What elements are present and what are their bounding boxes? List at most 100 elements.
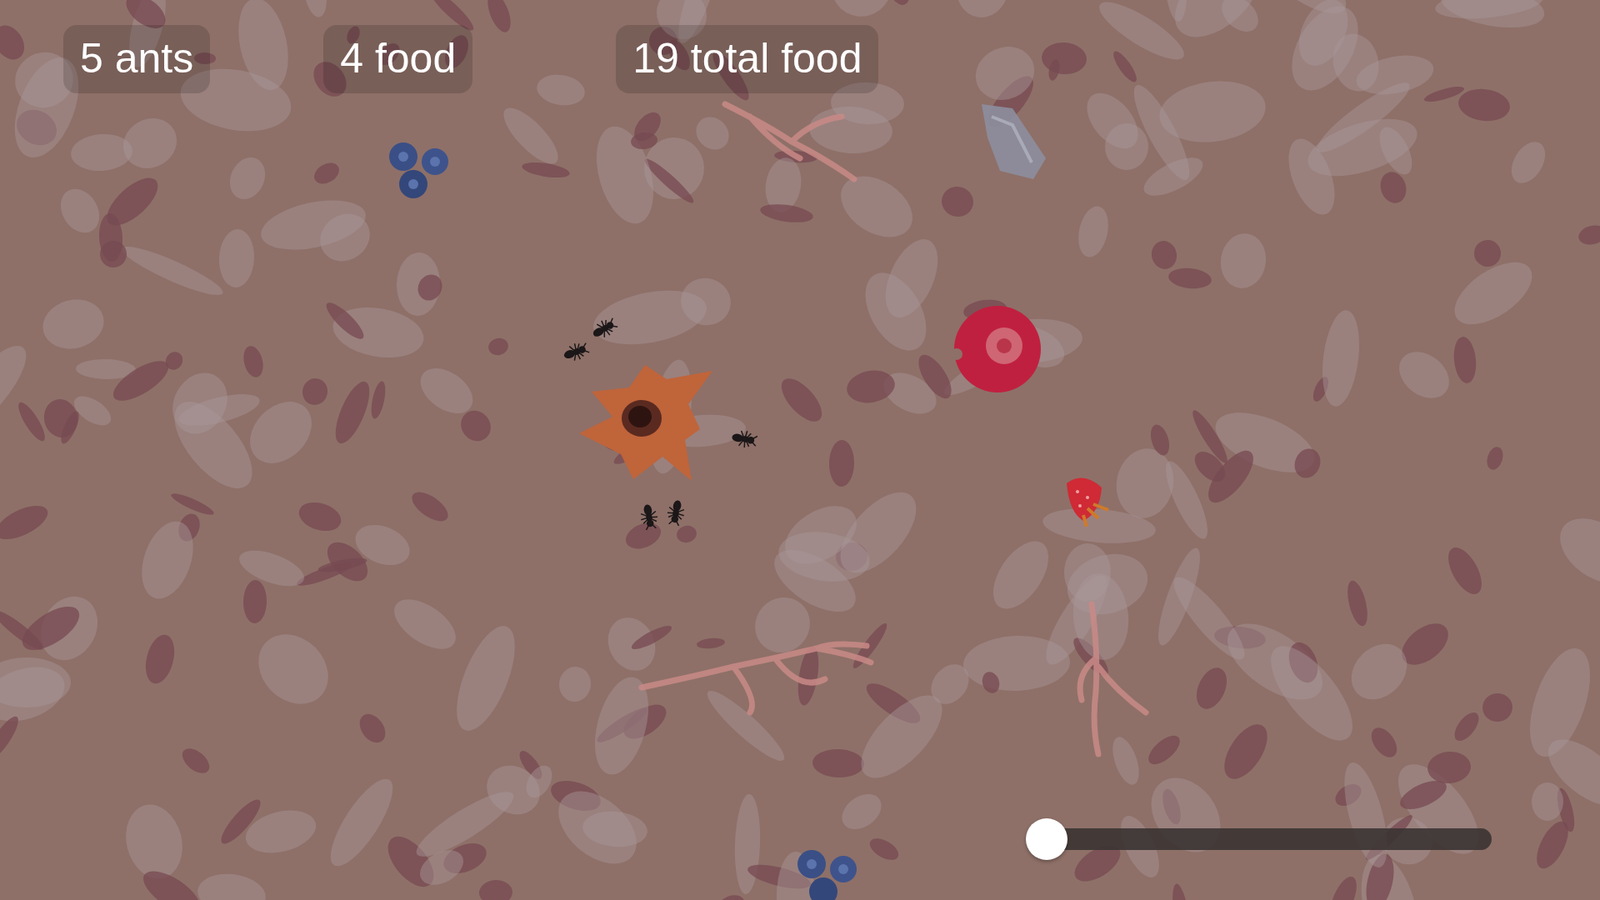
speed-slider[interactable] <box>1030 828 1492 850</box>
ant-icon <box>728 422 762 456</box>
ground-blotch <box>1278 0 1372 102</box>
ground-blotch <box>556 665 593 705</box>
ground-blotch <box>354 709 390 748</box>
ground-blotch <box>1158 456 1215 544</box>
ground-blotch <box>1046 58 1061 82</box>
ground-blotch <box>1344 578 1372 628</box>
ground-blotch <box>1074 203 1113 260</box>
ground-blotch <box>295 497 345 536</box>
ground-blotch <box>880 0 915 9</box>
ground-blotch <box>629 621 675 654</box>
ground-blotch <box>847 682 955 792</box>
ground-blotch <box>407 486 454 527</box>
ground-blotch <box>844 366 898 406</box>
stone-item <box>981 104 1046 180</box>
ground-blotch <box>535 71 588 110</box>
ground-blotch <box>520 760 558 802</box>
ground-blotch <box>243 580 268 624</box>
ground-blotch <box>37 293 110 355</box>
ground-blotch <box>1576 222 1600 248</box>
slider-knob[interactable] <box>1025 818 1068 860</box>
blueberry-food[interactable] <box>797 850 857 900</box>
ground-blotch <box>621 518 665 554</box>
ground-blotch <box>630 130 659 150</box>
ground-blotch <box>1472 238 1502 268</box>
ground-blotch <box>1169 882 1195 900</box>
ant-nest[interactable] <box>579 365 713 481</box>
ground-blotch <box>829 440 855 488</box>
ground-blotch <box>1143 730 1185 770</box>
ground-blotch <box>1167 265 1213 290</box>
ground-blotch <box>775 494 867 576</box>
ground-blotch <box>1441 542 1489 600</box>
apple-food[interactable] <box>950 305 1041 393</box>
ground-blotch <box>1162 0 1190 23</box>
ground-blotch <box>1390 342 1459 408</box>
ground-blotch <box>1155 75 1270 148</box>
ground-blotch <box>705 889 751 900</box>
ground-blotch <box>300 0 330 20</box>
ground-blotch <box>230 0 296 95</box>
ground-blotch <box>114 109 186 179</box>
ground-blotch <box>1376 168 1410 206</box>
ground-blotch <box>1317 308 1365 409</box>
ground-blotch <box>774 371 829 429</box>
ground-blotch <box>982 531 1060 619</box>
ground-blotch <box>300 375 331 408</box>
ground-blotch <box>1444 250 1543 337</box>
blueberry-food[interactable] <box>389 142 449 199</box>
ground-blotch <box>495 100 566 172</box>
ground-blotch <box>385 589 465 659</box>
root-decoration <box>641 104 1146 755</box>
ant-icon <box>632 500 666 535</box>
ground-blotch <box>295 558 355 590</box>
ground-blotch <box>1335 758 1396 872</box>
ground-blotch <box>1138 150 1209 204</box>
ground-blotch <box>520 160 571 181</box>
ground-blotch <box>95 236 132 273</box>
ground-blotch <box>835 786 888 837</box>
hud-counter: 19 total food <box>615 25 879 94</box>
ground-blotch <box>1366 723 1403 762</box>
ground-blotch <box>455 405 497 448</box>
ground-blotch <box>0 20 30 65</box>
ground-blotch <box>328 377 376 449</box>
ground-blotch <box>599 609 665 679</box>
ground-blotch <box>1040 40 1089 76</box>
ground-blotch <box>413 270 447 305</box>
ground-blotch <box>1456 85 1512 124</box>
ground-blotch <box>967 37 1044 110</box>
ground-blotch <box>235 543 310 594</box>
ground-blotch <box>1480 690 1515 724</box>
ground <box>0 0 1600 900</box>
ground-blotch <box>586 120 665 230</box>
ground-blotch <box>240 344 267 380</box>
game-world[interactable]: 5 ants4 food19 total food <box>0 0 1600 900</box>
ground-blotch <box>1110 48 1141 85</box>
ground-blotch <box>1340 632 1418 710</box>
ground-blotch <box>1290 445 1325 483</box>
ground-blotch <box>14 399 50 445</box>
ground-blotch <box>1437 0 1548 35</box>
ground-blotch <box>486 335 510 358</box>
ground-blotch <box>244 620 342 718</box>
ground-blotch <box>0 499 53 547</box>
ground-blotch <box>70 131 135 173</box>
ground-blotch <box>349 517 416 573</box>
ant-icon <box>560 335 594 369</box>
ground-blotch <box>1505 135 1553 190</box>
ground-blotch <box>938 182 977 220</box>
strawberry-food[interactable] <box>1066 478 1109 527</box>
ground-blotch <box>1426 750 1473 785</box>
ground-blotch <box>478 879 513 900</box>
hud-counter: 5 ants <box>63 25 210 94</box>
ground-blotch <box>368 380 388 420</box>
ground-blotch <box>215 795 266 849</box>
ground-blotch <box>1548 505 1600 597</box>
ground-blotch <box>1215 0 1265 39</box>
ground-blotch <box>695 636 725 650</box>
ground-blotch <box>1147 422 1173 458</box>
ground-blotch <box>0 335 38 443</box>
ground-blotch <box>1451 335 1479 385</box>
ground-blotch <box>0 712 24 764</box>
